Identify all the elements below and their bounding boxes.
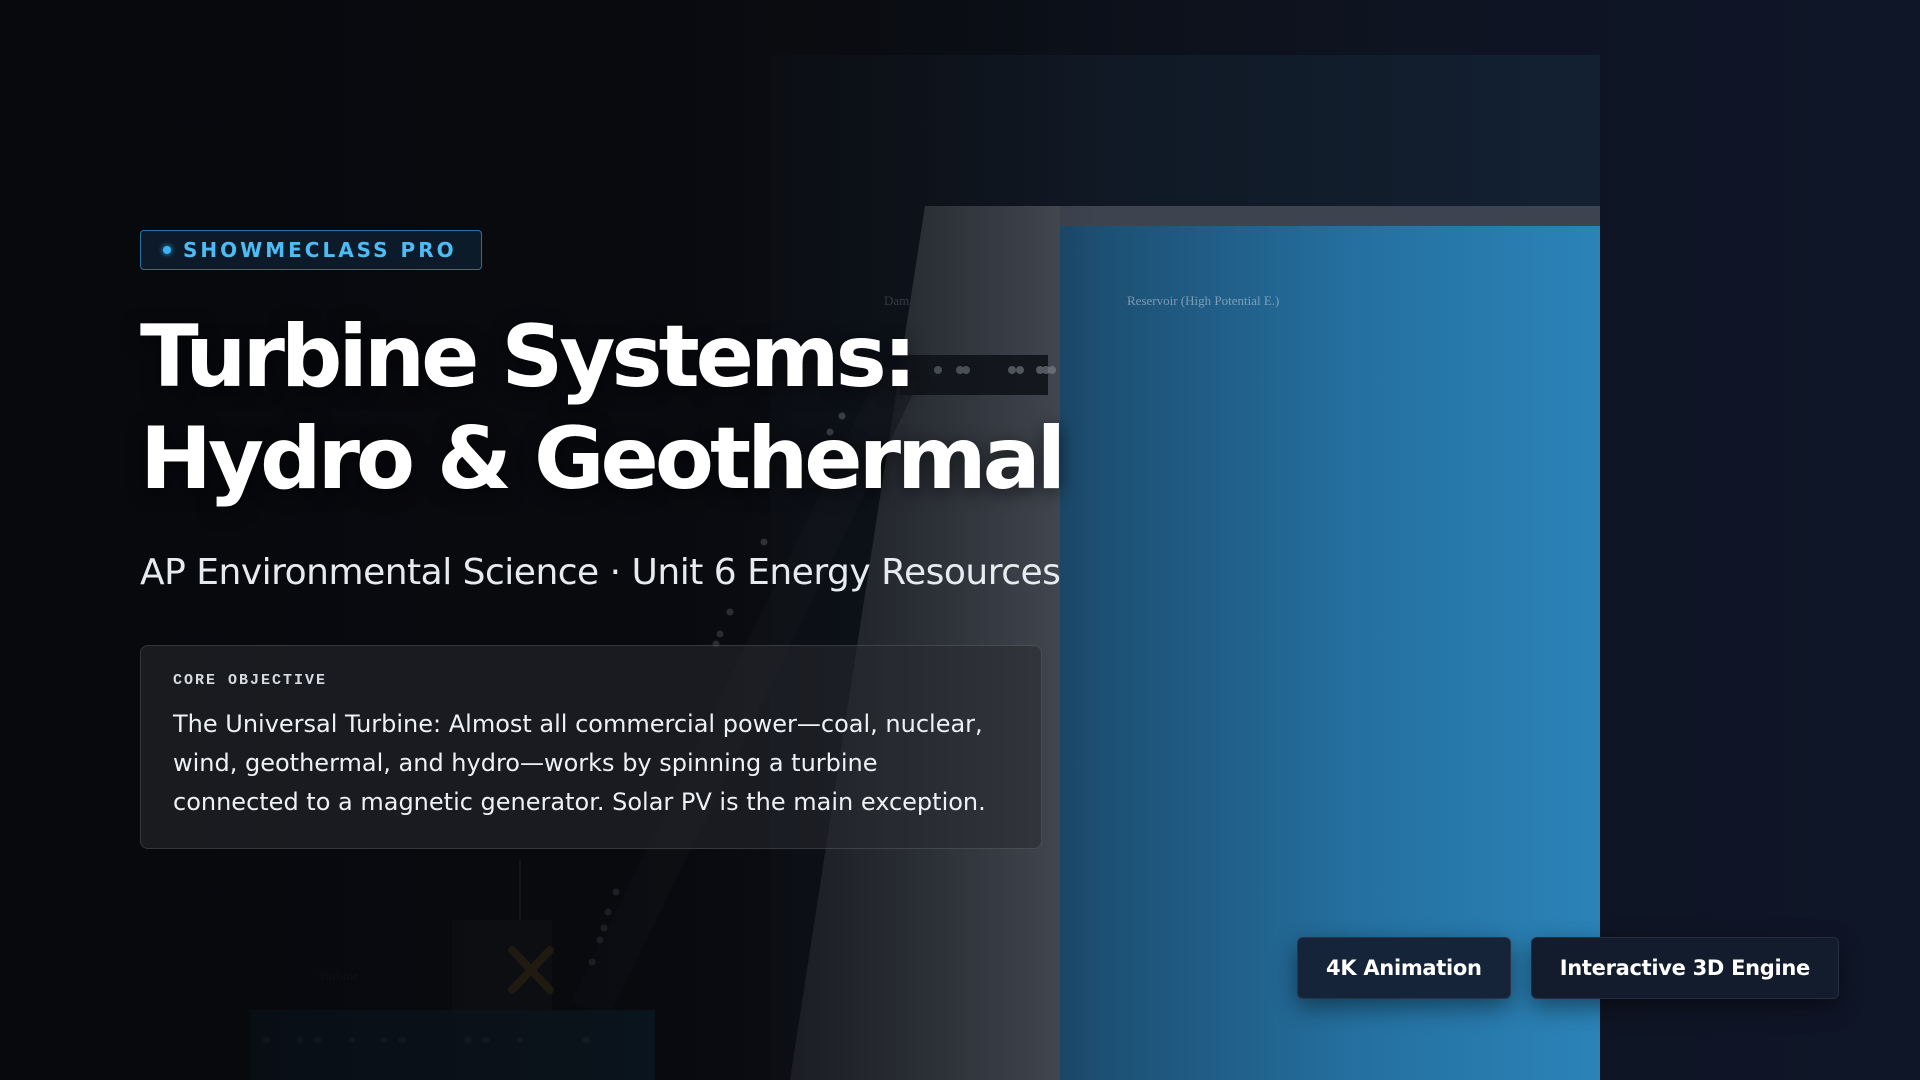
brand-badge-label: SHOWMECLASS PRO: [183, 238, 457, 262]
chip-interactive-3d-engine[interactable]: Interactive 3D Engine: [1530, 937, 1839, 999]
tailrace-water: [250, 1010, 655, 1080]
badge-dot-icon: [163, 246, 171, 254]
hero-content: SHOWMECLASS PRO Turbine Systems: Hydro &…: [140, 230, 1066, 849]
feature-chips: 4K Animation Interactive 3D Engine: [1297, 937, 1839, 999]
reservoir-surface: [1060, 206, 1600, 226]
course-subtitle: AP Environmental Science · Unit 6 Energy…: [140, 552, 1061, 593]
core-objective-card: CORE OBJECTIVE The Universal Turbine: Al…: [140, 645, 1042, 849]
core-objective-label: CORE OBJECTIVE: [173, 672, 328, 689]
title-line-2: Hydro & Geothermal: [140, 409, 1066, 509]
chip-4k-animation[interactable]: 4K Animation: [1297, 937, 1511, 999]
slide-stage: Dam Reservoir (High Potential E.) Turbin…: [0, 0, 1920, 1080]
reservoir-label: Reservoir (High Potential E.): [1127, 293, 1280, 308]
turbine-label: Turbine: [318, 968, 359, 983]
title-line-1: Turbine Systems:: [140, 307, 917, 407]
page-title: Turbine Systems: Hydro & Geothermal: [140, 306, 1066, 510]
brand-badge: SHOWMECLASS PRO: [140, 230, 482, 270]
core-objective-text: The Universal Turbine: Almost all commer…: [173, 710, 986, 816]
